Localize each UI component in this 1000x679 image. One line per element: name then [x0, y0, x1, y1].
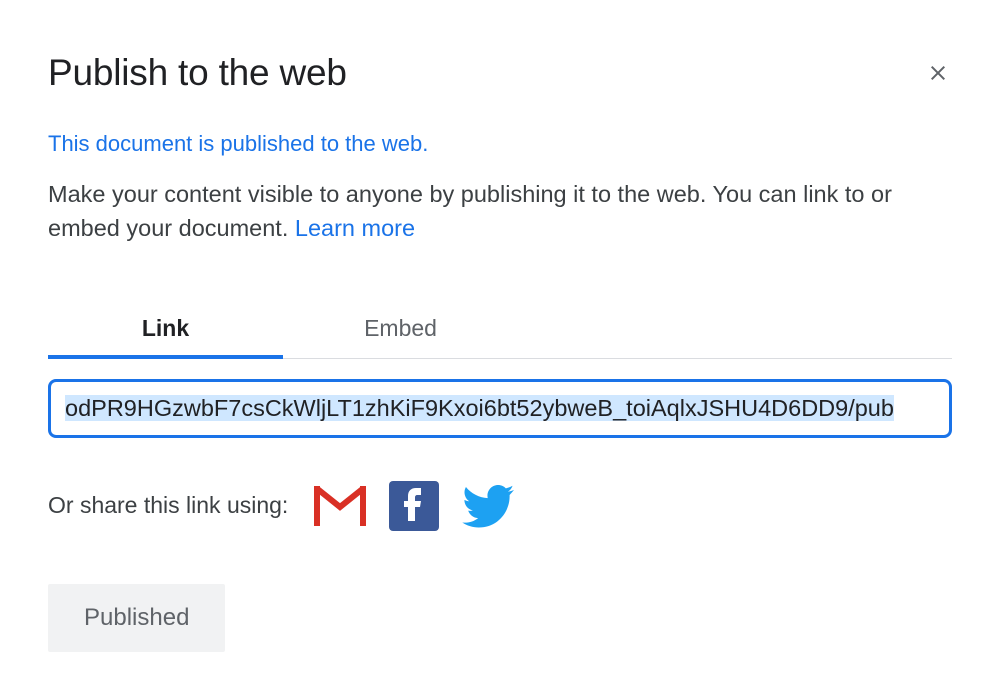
- twitter-icon: [462, 482, 514, 530]
- description-text: Make your content visible to anyone by p…: [48, 181, 892, 241]
- gmail-icon: [314, 486, 366, 526]
- share-facebook-button[interactable]: [388, 480, 440, 532]
- dialog-header: Publish to the web: [48, 52, 952, 94]
- share-gmail-button[interactable]: [314, 480, 366, 532]
- publish-status: This document is published to the web.: [48, 130, 952, 159]
- publish-url-text: odPR9HGzwbF7csCkWljLT1zhKiF9Kxoi6bt52ybw…: [65, 395, 894, 421]
- tab-link[interactable]: Link: [48, 297, 283, 358]
- close-icon: [926, 61, 950, 85]
- learn-more-link[interactable]: Learn more: [295, 215, 415, 241]
- facebook-icon: [389, 481, 439, 531]
- share-twitter-button[interactable]: [462, 480, 514, 532]
- tab-embed[interactable]: Embed: [283, 297, 518, 358]
- published-button[interactable]: Published: [48, 584, 225, 652]
- close-button[interactable]: [924, 59, 952, 87]
- share-label: Or share this link using:: [48, 492, 288, 519]
- dialog-title: Publish to the web: [48, 52, 347, 94]
- publish-url-input[interactable]: odPR9HGzwbF7csCkWljLT1zhKiF9Kxoi6bt52ybw…: [48, 379, 952, 438]
- publish-dialog: Publish to the web This document is publ…: [0, 0, 1000, 652]
- share-row: Or share this link using:: [48, 480, 952, 532]
- dialog-description: Make your content visible to anyone by p…: [48, 177, 952, 245]
- tabs: Link Embed: [48, 297, 952, 359]
